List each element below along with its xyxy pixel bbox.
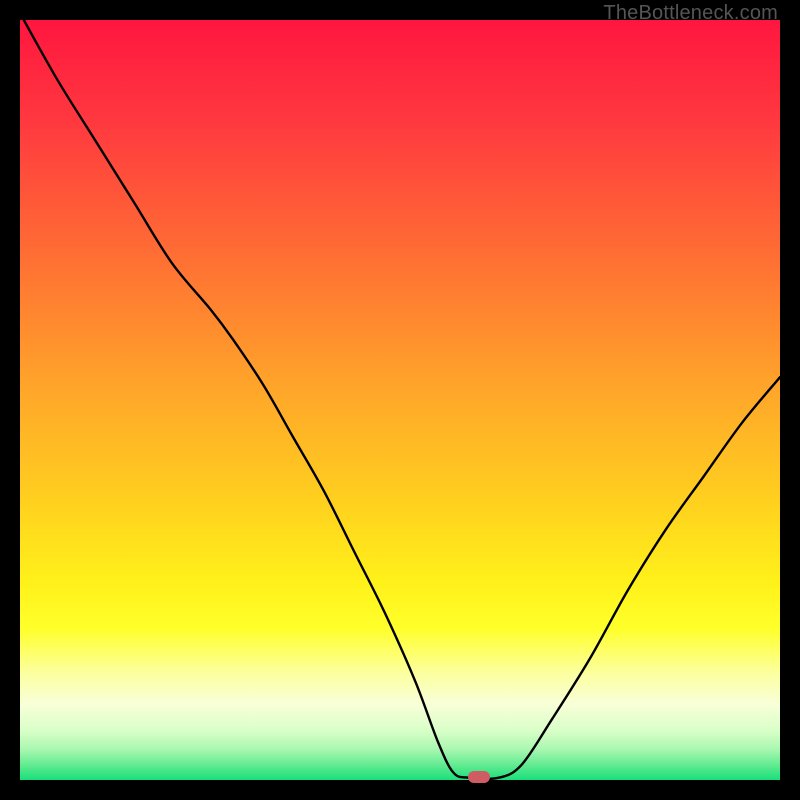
plot-area [20,20,780,780]
optimal-point-marker [468,771,490,783]
bottleneck-curve [20,20,780,780]
watermark-text: TheBottleneck.com [603,2,778,25]
curve-path [24,20,780,779]
chart-frame: TheBottleneck.com [0,0,800,800]
